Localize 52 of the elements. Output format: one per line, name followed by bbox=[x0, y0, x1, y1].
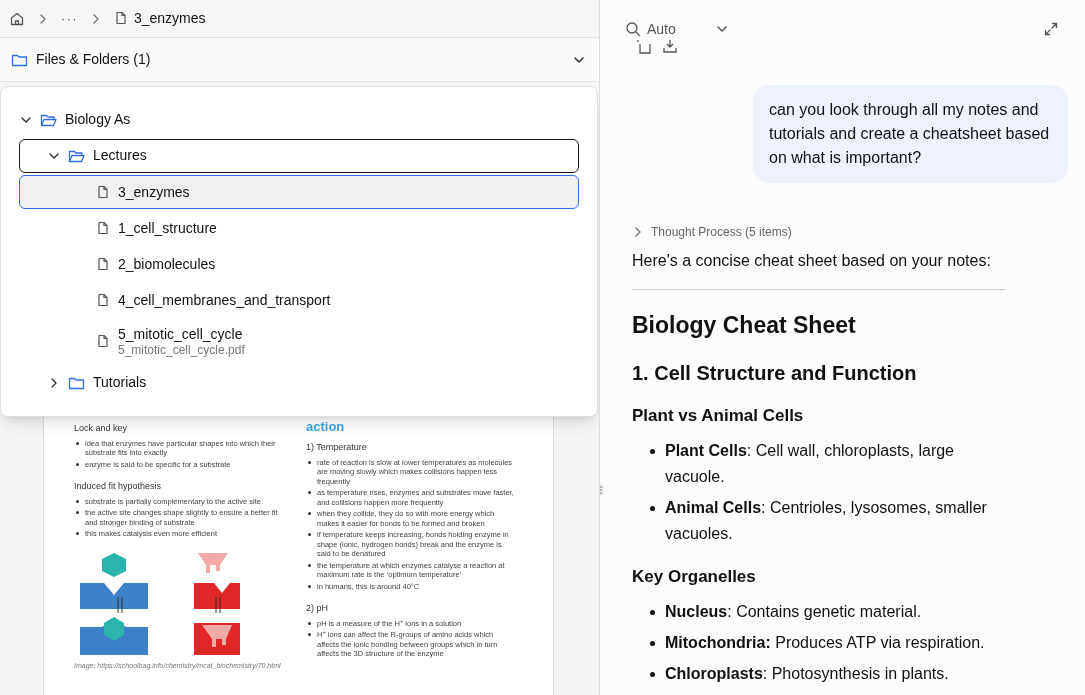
user-message: can you look through all my notes and tutorials and create a cheatsheet based on what is important? bbox=[753, 85, 1068, 183]
item-label: 2_biomolecules bbox=[118, 255, 216, 274]
section-title: Files & Folders (1) bbox=[36, 50, 152, 69]
download-icon[interactable] bbox=[663, 40, 677, 54]
item-label: 4_cell_membranes_and_transport bbox=[118, 292, 331, 310]
document-title: action bbox=[306, 419, 346, 436]
file-icon bbox=[96, 221, 110, 236]
file-icon bbox=[96, 334, 110, 350]
tree-item[interactable]: Tutorials bbox=[19, 365, 579, 400]
response-text: Here's a concise cheat sheet based on your notes: bbox=[632, 251, 992, 271]
list-item-text: Mitochondria: Produces ATP via respiration. bbox=[665, 633, 985, 653]
item-label: Lectures bbox=[93, 147, 147, 165]
file-icon bbox=[96, 184, 110, 200]
list-item-text: Chloroplasts: Photosynthesis in plants. bbox=[665, 664, 949, 684]
file-icon bbox=[96, 293, 110, 309]
home-icon[interactable] bbox=[9, 10, 25, 27]
tree-item[interactable]: Lectures bbox=[19, 139, 579, 174]
list-item-text: Animal Cells: Centrioles, lysosomes, smaller vacuoles. bbox=[665, 498, 988, 544]
folder-open-icon bbox=[40, 112, 57, 129]
item-label: 3_enzymes bbox=[118, 183, 190, 202]
tree-item[interactable]: 1_cell_structure bbox=[19, 211, 579, 246]
tree-item[interactable]: Biology As bbox=[19, 103, 579, 138]
subsection-heading: Plant vs Animal Cells bbox=[632, 405, 805, 427]
thought-process-toggle[interactable]: Thought Process (5 items) bbox=[632, 223, 1068, 241]
search-icon bbox=[625, 21, 641, 37]
document-heading: Induced fit hypothesis bbox=[74, 480, 163, 493]
copy-icon[interactable] bbox=[637, 40, 651, 54]
breadcrumb-current[interactable]: 3_enzymes bbox=[133, 8, 206, 29]
item-label: 1_cell_structure bbox=[118, 219, 217, 238]
folder-open-icon bbox=[68, 148, 85, 165]
tree-item[interactable]: 4_cell_membranes_and_transport bbox=[19, 283, 579, 318]
list-item-text: Nucleus: Contains genetic material. bbox=[665, 602, 922, 622]
tree-item[interactable]: 5_mitotic_cell_cycle 5_mitotic_cell_cycle.pdf bbox=[19, 319, 579, 364]
breadcrumb-ellipsis[interactable]: ··· bbox=[61, 8, 78, 29]
section-heading: 1. Cell Structure and Function bbox=[632, 361, 918, 386]
document-heading: Lock and key bbox=[74, 422, 129, 435]
response-title: Biology Cheat Sheet bbox=[632, 311, 857, 340]
tree-item[interactable]: 2_biomolecules bbox=[19, 247, 579, 282]
item-label: 5_mitotic_cell_cycle bbox=[118, 325, 244, 344]
item-label: Biology As bbox=[65, 111, 131, 129]
file-icon bbox=[96, 257, 110, 273]
item-subtitle: 5_mitotic_cell_cycle.pdf bbox=[118, 343, 245, 359]
chevron-down-icon bbox=[715, 23, 728, 35]
expand-icon[interactable] bbox=[1043, 21, 1059, 37]
subsection-heading: Key Organelles bbox=[632, 566, 757, 588]
mode-dropdown[interactable]: Auto bbox=[647, 18, 728, 40]
document-heading: 2) pH bbox=[306, 602, 329, 616]
item-label: Tutorials bbox=[93, 374, 147, 392]
document-heading: 1) Temperature bbox=[306, 441, 368, 455]
tree-item[interactable]: 3_enzymes bbox=[19, 175, 579, 210]
file-icon bbox=[113, 11, 128, 26]
list-item-text: Plant Cells: Cell wall, chloroplasts, large vacuole. bbox=[665, 441, 955, 487]
